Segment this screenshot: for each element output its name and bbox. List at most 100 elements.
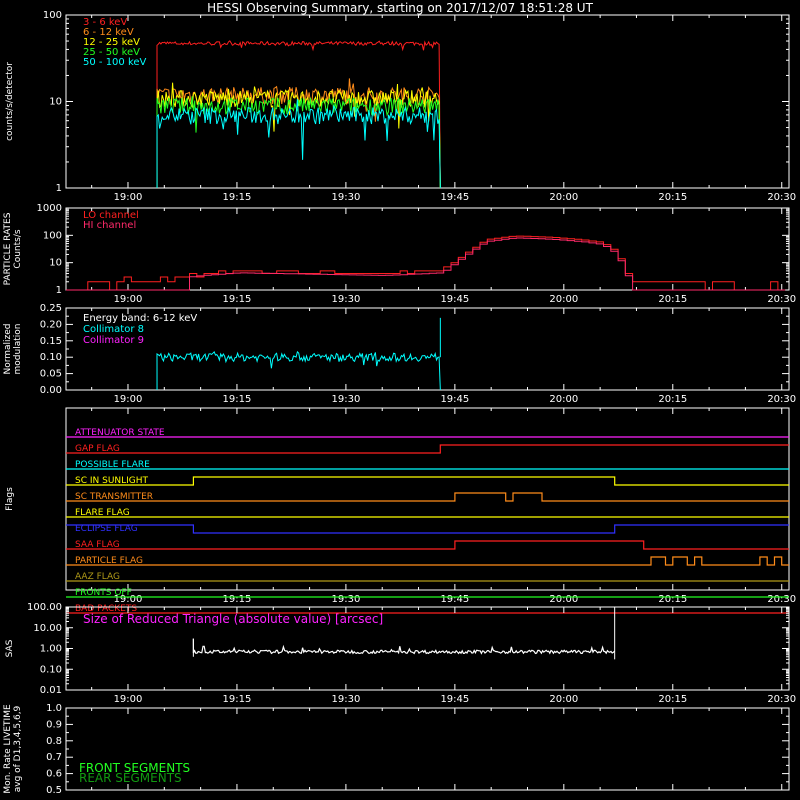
sas-ytick-label: 0.01 <box>40 685 62 696</box>
modulation-xtick-label: 20:00 <box>549 394 578 405</box>
flag-label-9: PARTICLE FLAG <box>75 556 143 566</box>
sas-xtick-label: 19:15 <box>223 694 252 705</box>
particle-series-1 <box>66 235 786 291</box>
counts-ytick-label: 10 <box>49 97 62 108</box>
flag-trace-5 <box>66 492 789 502</box>
sas-xtick-label: 20:15 <box>658 694 687 705</box>
livetime-ylabel-1: Mon. Rate LIVETIME <box>3 704 13 794</box>
flags-xtick-label: 20:00 <box>549 594 578 605</box>
flags-xtick-label: 20:30 <box>767 594 796 605</box>
counts-xtick-label: 19:45 <box>440 192 469 203</box>
counts-xtick-label: 19:30 <box>331 192 360 203</box>
flag-label-1: ATTENUATOR STATE <box>75 428 165 438</box>
flags-plot-frame <box>65 407 790 591</box>
livetime-ytick-label: 0.6 <box>46 769 62 780</box>
sas-xtick-label: 20:00 <box>549 694 578 705</box>
modulation-xtick-label: 19:30 <box>331 394 360 405</box>
sas-annotation: Size of Reduced Triangle (absolute value… <box>83 612 383 626</box>
flags-xtick-label: 19:15 <box>223 594 252 605</box>
sas-xtick-label: 19:00 <box>114 694 143 705</box>
modulation-ylabel-2: modulation <box>13 324 23 375</box>
counts-series-5 <box>156 99 441 189</box>
counts-xtick-label: 19:15 <box>223 192 252 203</box>
modulation-ytick-label: 0.25 <box>40 303 62 314</box>
particle-xtick-label: 19:30 <box>331 294 360 305</box>
modulation-xtick-label: 19:15 <box>223 394 252 405</box>
counts-xtick-label: 20:15 <box>658 192 687 203</box>
modulation-xtick-label: 20:30 <box>767 394 796 405</box>
modulation-ytick-label: 0.00 <box>40 385 62 396</box>
modulation-ytick-label: 0.20 <box>40 319 62 330</box>
flag-label-10: AAZ FLAG <box>75 572 120 582</box>
livetime-legend-2: REAR SEGMENTS <box>79 771 182 785</box>
sas-xtick-label: 19:45 <box>440 694 469 705</box>
particle-xtick-label: 19:15 <box>223 294 252 305</box>
counts-legend-5: 50 - 100 keV <box>83 57 147 68</box>
modulation-ylabel-1: Normalized <box>3 323 13 374</box>
particle-xtick-label: 19:45 <box>440 294 469 305</box>
modulation-ytick-label: 0.10 <box>40 352 62 363</box>
modulation-legend-1: Collimator 8 <box>83 324 144 335</box>
sas-series-1 <box>192 638 616 655</box>
flag-trace-9 <box>66 556 789 566</box>
particle-xtick-label: 20:15 <box>658 294 687 305</box>
particle-plot-frame <box>65 207 790 291</box>
particle-ylabel-2: Counts/s <box>13 229 23 268</box>
modulation-ytick-label: 0.15 <box>40 336 62 347</box>
sas-ytick-label: 10.00 <box>33 623 62 634</box>
counts-ylabel: counts/s/detector <box>5 62 15 141</box>
flag-trace-2 <box>66 444 789 454</box>
flags-ylabel: Flags <box>5 487 15 511</box>
flags-xtick-label: 19:45 <box>440 594 469 605</box>
particle-xtick-label: 20:00 <box>549 294 578 305</box>
flag-label-4: SC IN SUNLIGHT <box>75 476 149 486</box>
livetime-ytick-label: 0.9 <box>46 719 62 730</box>
modulation-xtick-label: 19:45 <box>440 394 469 405</box>
modulation-series-1 <box>156 350 441 391</box>
counts-xtick-label: 20:30 <box>767 192 796 203</box>
particle-legend-2: HI channel <box>83 220 136 231</box>
modulation-xtick-label: 19:00 <box>114 394 143 405</box>
sas-xtick-label: 19:30 <box>331 694 360 705</box>
modulation-xtick-label: 20:15 <box>658 394 687 405</box>
sas-ytick-label: 0.10 <box>40 664 62 675</box>
chart-title: HESSI Observing Summary, starting on 201… <box>207 1 593 15</box>
flags-xtick-label: 19:30 <box>331 594 360 605</box>
livetime-ytick-label: 0.5 <box>46 785 62 796</box>
flag-label-11: FRONTS OFF <box>75 588 132 598</box>
particle-ytick-label: 10 <box>49 258 62 269</box>
hessi-summary-chart: HESSI Observing Summary, starting on 201… <box>3 1 796 796</box>
counts-xtick-label: 19:00 <box>114 192 143 203</box>
counts-ytick-label: 100 <box>43 10 62 21</box>
modulation-legend-2: Collimator 9 <box>83 335 144 346</box>
particle-xtick-label: 19:00 <box>114 294 143 305</box>
counts-ytick-label: 1 <box>56 183 62 194</box>
sas-ylabel: SAS <box>5 639 15 657</box>
sas-xtick-label: 20:30 <box>767 694 796 705</box>
flag-label-8: SAA FLAG <box>75 540 120 550</box>
modulation-ytick-label: 0.05 <box>40 369 62 380</box>
livetime-ytick-label: 1.0 <box>46 703 62 714</box>
particle-ytick-label: 1000 <box>37 203 62 214</box>
modulation-annotation: Energy band: 6-12 keV <box>83 313 197 324</box>
particle-ytick-label: 100 <box>43 230 62 241</box>
livetime-ylabel-2: avg of D1,3,4,5,6,9 <box>13 705 23 792</box>
sas-ytick-label: 100.00 <box>27 602 62 613</box>
flag-trace-7 <box>66 524 789 534</box>
flags-xtick-label: 20:15 <box>658 594 687 605</box>
counts-xtick-label: 20:00 <box>549 192 578 203</box>
flag-trace-4 <box>66 476 789 486</box>
livetime-ytick-label: 0.8 <box>46 736 62 747</box>
flag-label-7: ECLIPSE FLAG <box>75 524 138 534</box>
livetime-ytick-label: 0.7 <box>46 752 62 763</box>
flag-label-3: POSSIBLE FLARE <box>75 460 150 470</box>
counts-series-3 <box>156 82 441 189</box>
particle-ylabel-1: PARTICLE RATES <box>3 212 13 285</box>
flag-label-2: GAP FLAG <box>75 444 120 454</box>
particle-xtick-label: 20:30 <box>767 294 796 305</box>
flag-label-6: FLARE FLAG <box>75 508 130 518</box>
flag-trace-8 <box>66 540 789 550</box>
sas-ytick-label: 1.00 <box>40 644 62 655</box>
flag-label-5: SC TRANSMITTER <box>75 492 153 502</box>
particle-ytick-label: 1 <box>56 285 62 296</box>
